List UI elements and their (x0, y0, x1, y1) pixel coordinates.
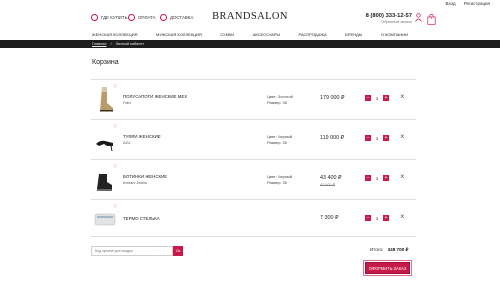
cart-count-badge: 1 (430, 16, 433, 21)
cart-row: ♡ Полусапоги женские мех Fabi Цвет: Золо… (91, 79, 416, 117)
product-price: 43 400 ₽ (320, 175, 342, 181)
product-color: Цвет: Черный (267, 134, 292, 139)
favorite-heart-icon[interactable]: ♡ (113, 204, 117, 210)
favorite-heart-icon[interactable]: ♡ (113, 164, 117, 170)
coupon-input[interactable] (91, 246, 173, 256)
quantity-minus-button[interactable]: − (365, 175, 371, 181)
product-size: Размер: 36 (267, 100, 287, 105)
coupon-apply-button[interactable]: Ок (173, 246, 183, 256)
product-name[interactable]: Полусапоги женские мех (123, 94, 187, 99)
login-link[interactable]: Вход (446, 1, 456, 6)
quantity-stepper: − 1 + (365, 215, 389, 221)
phone-number[interactable]: 8 (800) 333-12-57 (366, 13, 412, 19)
quantity-stepper: − 1 + (365, 175, 389, 181)
nav-men[interactable]: Мужская коллекция (156, 32, 202, 37)
cart-row: ♡ Туфли женские AGL Цвет: Черный Размер:… (91, 119, 416, 157)
register-link[interactable]: Регистрация (464, 1, 490, 6)
nav-about[interactable]: О компании (381, 32, 408, 37)
cart-total: Итого: 348 700 ₽ (370, 247, 408, 253)
cart-row: ♡ Термо стелька 7 300 ₽ − 1 + × (91, 199, 416, 237)
remove-item-icon[interactable]: × (400, 93, 405, 101)
quantity-value[interactable]: 1 (374, 96, 380, 101)
quantity-plus-button[interactable]: + (383, 95, 389, 101)
site-logo[interactable]: BRANDSALON (0, 11, 500, 22)
checkout-button[interactable]: Оформить заказ (365, 262, 410, 274)
product-price: 7 300 ₽ (320, 215, 339, 221)
cart-row: ♡ Ботинки женские Armani Jeans Цвет: Чер… (91, 159, 416, 197)
product-brand: AGL (123, 140, 131, 145)
nav-brands[interactable]: Бренды (345, 32, 362, 37)
product-color: Цвет: Золотой (267, 94, 293, 99)
callback-link[interactable]: Обратный звонок (381, 20, 412, 24)
quantity-plus-button[interactable]: + (383, 135, 389, 141)
header: Где купить Оплата Доставка BRANDSALON 8 … (0, 8, 500, 30)
quantity-value[interactable]: 1 (374, 216, 380, 221)
user-icon[interactable] (415, 13, 422, 22)
quantity-minus-button[interactable]: − (365, 95, 371, 101)
product-brand: Armani Jeans (123, 180, 147, 185)
product-old-price: 62 000 ₽ (320, 183, 336, 187)
product-price: 119 000 ₽ (320, 135, 345, 141)
quantity-value[interactable]: 1 (374, 136, 380, 141)
favorite-heart-icon[interactable]: ♡ (113, 124, 117, 130)
nav-bags[interactable]: Сумки (220, 32, 234, 37)
breadcrumb-current: Личный кабинет (115, 42, 145, 46)
quantity-value[interactable]: 1 (374, 176, 380, 181)
product-size: Размер: 36 (267, 180, 287, 185)
quantity-minus-button[interactable]: − (365, 135, 371, 141)
breadcrumb: Главная / Личный кабинет (0, 40, 500, 48)
product-name[interactable]: Ботинки женские (123, 174, 167, 179)
product-name[interactable]: Термо стелька (123, 216, 160, 221)
product-price: 179 000 ₽ (320, 95, 345, 101)
quantity-minus-button[interactable]: − (365, 215, 371, 221)
product-color: Цвет: Черный (267, 174, 292, 179)
breadcrumb-home[interactable]: Главная (92, 42, 106, 46)
total-value: 348 700 ₽ (387, 247, 409, 252)
nav-accessories[interactable]: Аксессуары (253, 32, 280, 37)
favorite-heart-icon[interactable]: ♡ (113, 84, 117, 90)
product-size: Размер: 35 (267, 140, 287, 145)
product-brand: Fabi (123, 100, 131, 105)
quantity-stepper: − 1 + (365, 95, 389, 101)
product-name[interactable]: Туфли женские (123, 134, 161, 139)
remove-item-icon[interactable]: × (400, 173, 405, 181)
quantity-plus-button[interactable]: + (383, 215, 389, 221)
quantity-plus-button[interactable]: + (383, 175, 389, 181)
remove-item-icon[interactable]: × (400, 133, 405, 141)
main-nav: Женская коллекция Мужская коллекция Сумк… (0, 30, 500, 39)
cart-button[interactable]: 1 (427, 12, 436, 25)
total-label: Итого: (370, 247, 384, 252)
top-links: Вход Регистрация (446, 1, 491, 6)
nav-sale[interactable]: Распродажа (299, 32, 327, 37)
nav-women[interactable]: Женская коллекция (92, 32, 137, 37)
breadcrumb-separator: / (110, 42, 112, 46)
remove-item-icon[interactable]: × (400, 213, 405, 221)
quantity-stepper: − 1 + (365, 135, 389, 141)
page-title: Корзина (92, 59, 119, 66)
